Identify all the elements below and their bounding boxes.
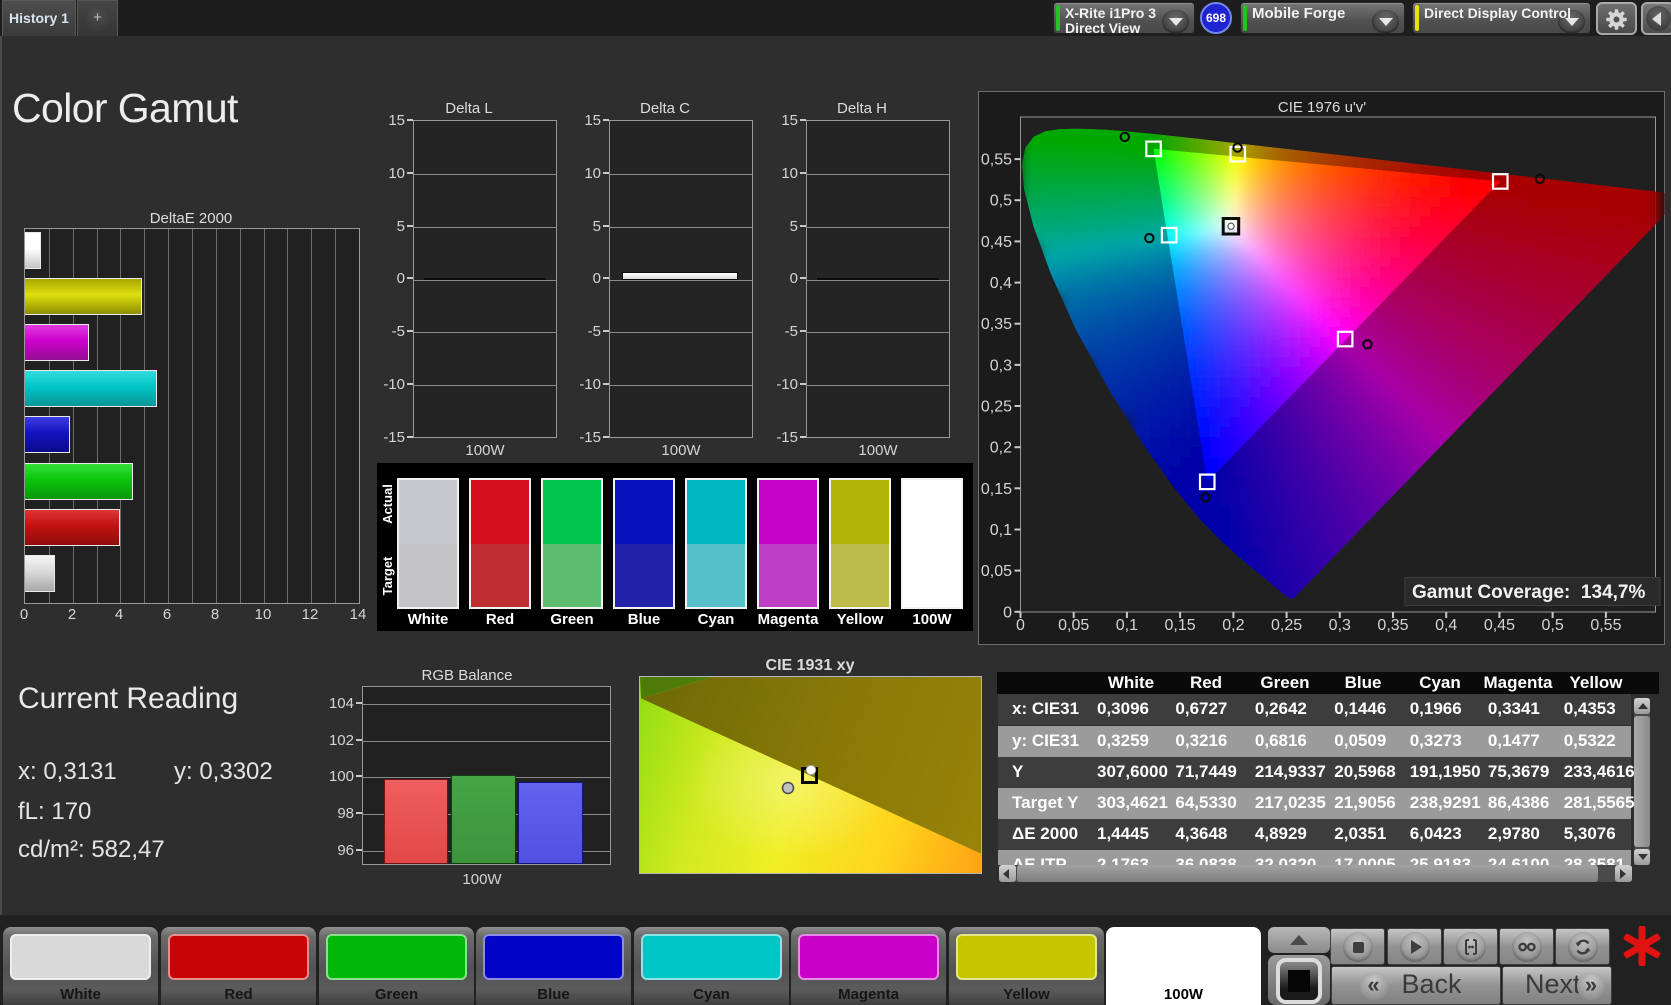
svg-text:0,25: 0,25 [1271, 617, 1302, 634]
svg-text:0,2: 0,2 [1222, 617, 1244, 634]
svg-text:0: 0 [1003, 604, 1012, 621]
svg-text:0,45: 0,45 [981, 234, 1012, 251]
svg-text:0,15: 0,15 [1165, 617, 1196, 634]
svg-text:0,55: 0,55 [981, 152, 1012, 169]
svg-text:0,3: 0,3 [1329, 617, 1351, 634]
svg-text:0,4: 0,4 [1435, 617, 1457, 634]
svg-text:0,35: 0,35 [1377, 617, 1408, 634]
svg-text:0,15: 0,15 [981, 481, 1012, 498]
svg-text:0,25: 0,25 [981, 399, 1012, 416]
svg-text:0,45: 0,45 [1484, 617, 1515, 634]
svg-text:Gamut Coverage: 134,7%: Gamut Coverage: 134,7% [1412, 582, 1645, 603]
svg-text:0,05: 0,05 [1058, 617, 1089, 634]
svg-text:0,3: 0,3 [990, 357, 1012, 374]
svg-text:CIE 1976 u'v': CIE 1976 u'v' [1278, 99, 1366, 116]
svg-text:0,35: 0,35 [981, 316, 1012, 333]
svg-text:0,1: 0,1 [990, 522, 1012, 539]
svg-text:0,05: 0,05 [981, 563, 1012, 580]
svg-text:0: 0 [1016, 617, 1025, 634]
svg-text:0,2: 0,2 [990, 440, 1012, 457]
svg-text:0,5: 0,5 [1541, 617, 1563, 634]
svg-text:0,5: 0,5 [990, 193, 1012, 210]
svg-text:0,1: 0,1 [1116, 617, 1138, 634]
svg-text:0,4: 0,4 [990, 275, 1012, 292]
svg-text:0,55: 0,55 [1590, 617, 1621, 634]
